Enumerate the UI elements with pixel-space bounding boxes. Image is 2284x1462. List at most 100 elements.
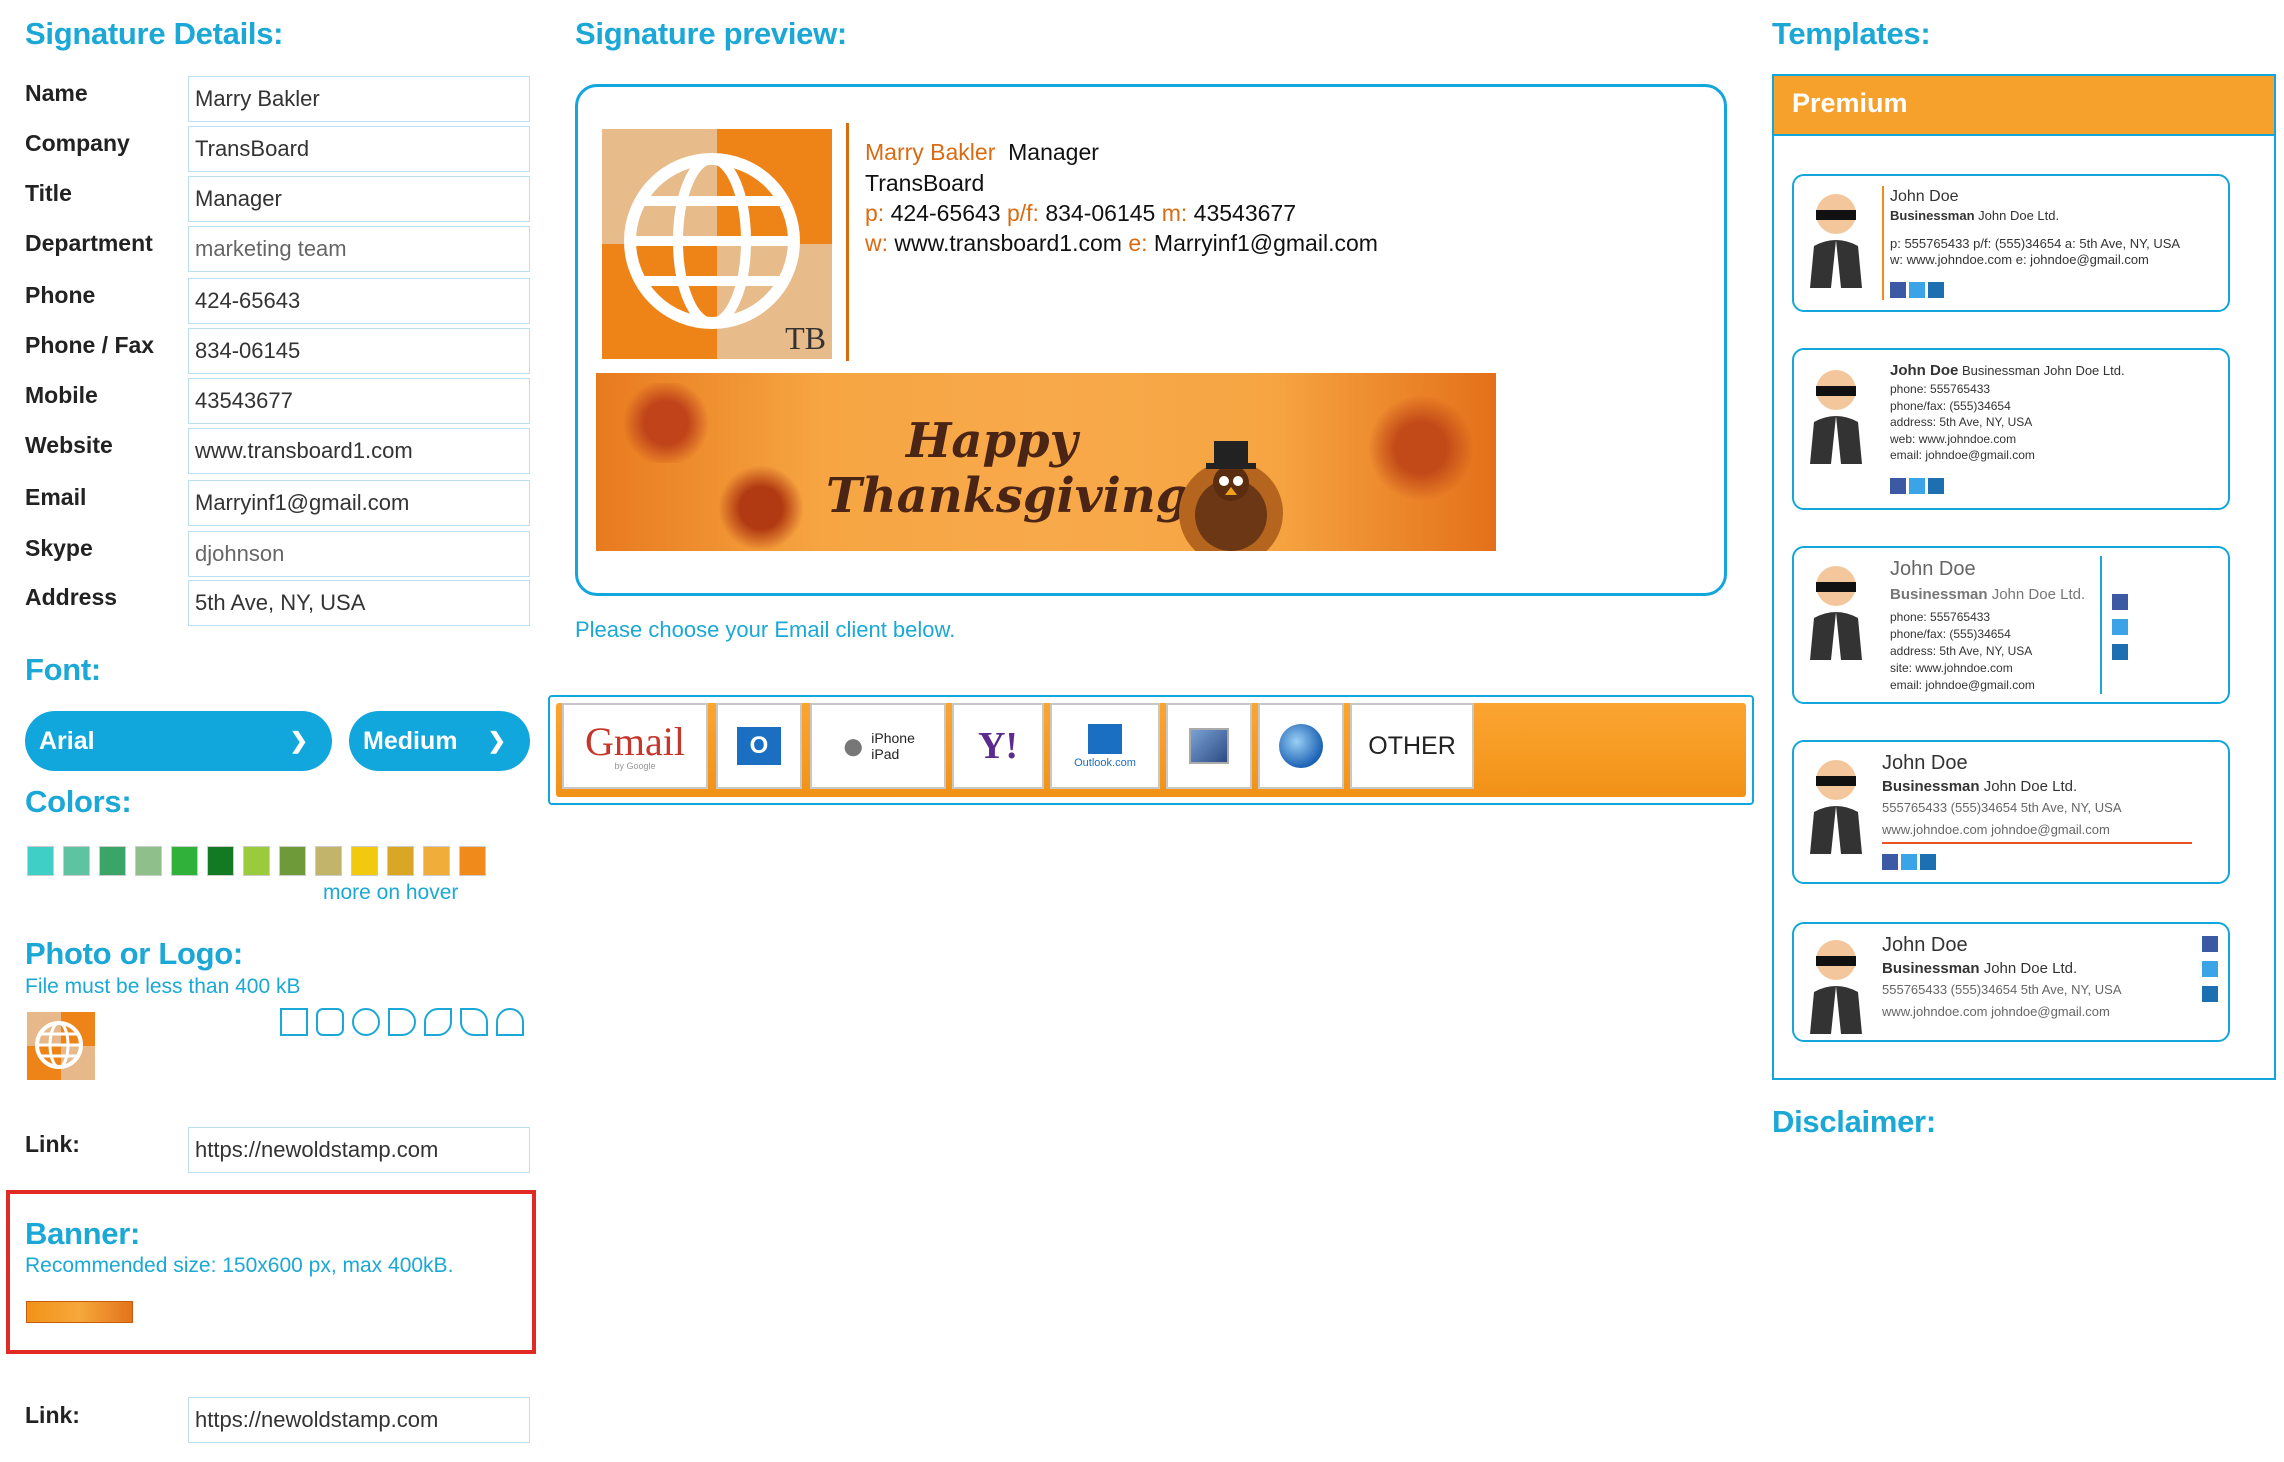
template-role: Businessman [1961,363,2041,378]
mobile-input[interactable]: 43543677 [188,378,530,424]
apple-mail-button[interactable] [1166,703,1252,789]
shape-leaf-icon[interactable] [424,1008,452,1036]
web-label: w: [865,230,888,256]
preview-banner[interactable]: Happy Thanksgiving [596,373,1496,551]
template-company: John Doe Ltd. [1991,586,2086,603]
apple-icon: ● [841,723,866,768]
email-client-bar: Gmail by Google O ● iPhone iPad Y! Outlo… [548,695,1754,805]
twitter-icon [1909,282,1925,298]
department-input[interactable]: marketing team [188,226,530,272]
photo-link-input[interactable]: https://newoldstamp.com [188,1127,530,1173]
leaf-decoration-icon [1356,393,1486,503]
template-card-4[interactable]: John Doe Businessman John Doe Ltd. 55576… [1792,740,2230,884]
template-name: John Doe [1890,362,1959,379]
template-social-icons [2202,936,2220,1007]
company-label: Company [25,130,130,156]
more-on-hover-link[interactable]: more on hover [323,881,458,905]
color-swatch[interactable] [387,846,414,876]
color-swatch[interactable] [27,846,54,876]
title-input[interactable]: Manager [188,176,530,222]
template-role-line: Businessman John Doe Ltd. [1890,586,2085,603]
color-swatch[interactable] [207,846,234,876]
shape-leaf-reverse-icon[interactable] [460,1008,488,1036]
color-swatch[interactable] [459,846,486,876]
shape-rounded-icon[interactable] [316,1008,344,1036]
color-swatch[interactable] [63,846,90,876]
avatar [1806,560,1866,660]
template-name: John Doe [1882,934,1968,956]
phone-label: p: [865,200,885,226]
facebook-icon [1890,282,1906,298]
leaf-decoration-icon [606,383,726,463]
yahoo-button[interactable]: Y! [952,703,1044,789]
banner-thumbnail[interactable] [26,1301,133,1323]
logo-initials: TB [785,320,826,356]
template-line: 555765433 (555)34654 5th Ave, NY, USA [1882,800,2122,815]
company-input[interactable]: TransBoard [188,126,530,172]
template-line: www.johndoe.com johndoe@gmail.com [1882,1004,2110,1019]
template-company: John Doe Ltd. [1978,208,2060,223]
preview-fax: 834-06145 [1045,200,1156,226]
address-input[interactable]: 5th Ave, NY, USA [188,580,530,626]
shape-circle-icon[interactable] [352,1008,380,1036]
color-swatch[interactable] [423,846,450,876]
template-card-2[interactable]: John Doe Businessman John Doe Ltd. phone… [1792,348,2230,510]
avatar [1806,754,1866,854]
template-line: phone/fax: (555)34654 [1890,398,2011,413]
template-card-5[interactable]: John Doe Businessman John Doe Ltd. 55576… [1792,922,2230,1042]
name-input[interactable]: Marry Bakler [188,76,530,122]
website-label: Website [25,432,113,458]
color-swatch[interactable] [243,846,270,876]
email-input[interactable]: Marryinf1@gmail.com [188,480,530,526]
banner-link-input[interactable]: https://newoldstamp.com [188,1397,530,1443]
banner-happy: Happy [906,413,1078,469]
templates-panel: Premium John Doe Businessman John Doe Lt… [1772,74,2276,1080]
template-card-3[interactable]: John Doe Businessman John Doe Ltd. phone… [1792,546,2230,704]
shape-square-icon[interactable] [280,1008,308,1036]
preview-email[interactable]: Marryinf1@gmail.com [1154,230,1378,256]
fax-label: p/f: [1006,200,1039,226]
outlook-com-button[interactable]: Outlook.com [1050,703,1160,789]
avatar [1806,364,1866,464]
phone-input[interactable]: 424-65643 [188,278,530,324]
twitter-icon [2112,619,2128,635]
skype-input[interactable]: djohnson [188,531,530,577]
font-family-select[interactable]: Arial ❯ [25,711,332,771]
twitter-icon [1909,478,1925,494]
outlook-button[interactable]: O [716,703,802,789]
template-social-icons [1890,478,1947,499]
template-line: web: www.johndoe.com [1890,431,2017,446]
phone-label: Phone [25,282,96,308]
phone-fax-input[interactable]: 834-06145 [188,328,530,374]
facebook-icon [2112,594,2128,610]
color-swatch[interactable] [135,846,162,876]
iphone-ipad-button[interactable]: ● iPhone iPad [810,703,946,789]
template-company: John Doe Ltd. [2043,363,2125,378]
template-name: John Doe [1882,752,1968,774]
template-role: Businessman [1882,778,1980,795]
color-swatch[interactable] [279,846,306,876]
website-input[interactable]: www.transboard1.com [188,428,530,474]
gmail-button[interactable]: Gmail by Google [562,703,708,789]
color-swatch[interactable] [315,846,342,876]
preview-name-line: Marry Bakler Manager [865,139,1099,166]
shape-arch-icon[interactable] [496,1008,524,1036]
color-swatch[interactable] [99,846,126,876]
template-card-1[interactable]: John Doe Businessman John Doe Ltd. p: 55… [1792,174,2230,312]
preview-website[interactable]: www.transboard1.com [894,230,1122,256]
template-social-icons [2112,594,2130,665]
gmail-label: Gmail [585,718,685,764]
facebook-icon [2202,936,2218,952]
thunderbird-button[interactable] [1258,703,1344,789]
template-line: address: 5th Ave, NY, USA [1890,415,2033,429]
font-size-select[interactable]: Medium ❯ [349,711,530,771]
color-swatch[interactable] [171,846,198,876]
other-client-button[interactable]: OTHER [1350,703,1474,789]
shape-d-icon[interactable] [388,1008,416,1036]
color-swatch[interactable] [351,846,378,876]
templates-heading: Templates: [1772,16,1931,51]
template-line: email: johndoe@gmail.com [1890,678,2035,692]
phone-fax-label: Phone / Fax [25,332,155,358]
address-label: Address [25,584,118,610]
logo-thumbnail[interactable] [27,1012,95,1080]
